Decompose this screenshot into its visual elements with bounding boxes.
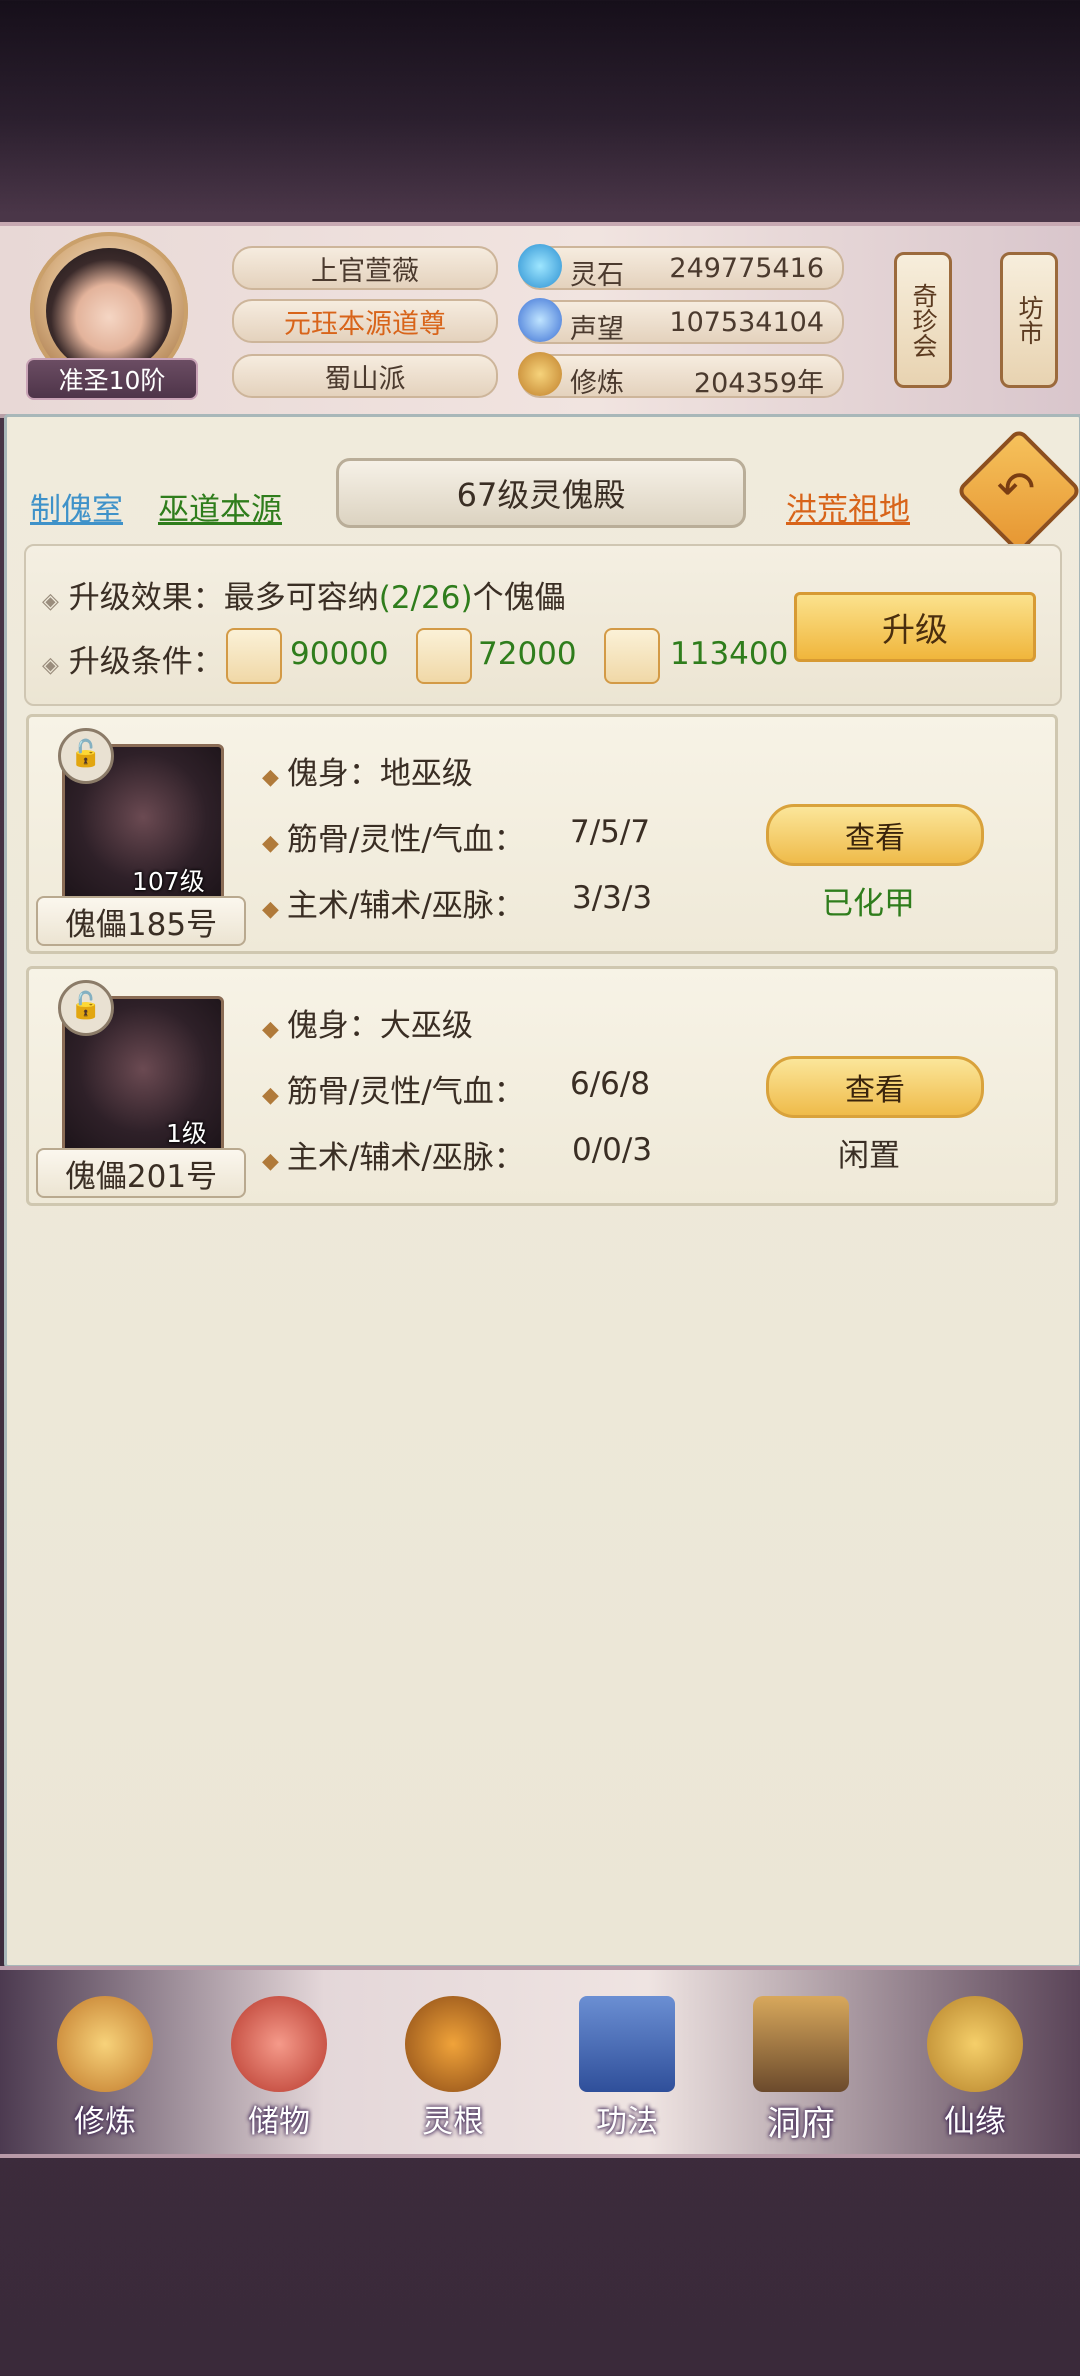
bullet-icon: ◆: [262, 1083, 279, 1108]
gourd-icon: [927, 1996, 1023, 2092]
puppet-status: 已化甲: [822, 886, 915, 922]
skill-label: 主术/辅术/巫脉：: [286, 1140, 525, 1176]
player-title[interactable]: 元珏本源道尊: [232, 299, 498, 343]
puppet-skills: ◆ 主术/辅术/巫脉：: [262, 1132, 525, 1177]
puppet-attributes: ◆ 筋骨/灵性/气血：: [262, 814, 525, 859]
diamond-bullet-icon: ◈: [42, 653, 59, 678]
bullet-icon: ◆: [262, 765, 279, 790]
nav-cave[interactable]: 洞府: [736, 1996, 866, 2146]
wood-icon: [416, 628, 472, 684]
market-button[interactable]: 坊市: [1000, 252, 1058, 388]
skill-value: 3/3/3: [572, 880, 653, 916]
stat-label: 声望: [570, 314, 624, 345]
skill-label: 主术/辅术/巫脉：: [286, 888, 525, 924]
bullet-icon: ◆: [262, 831, 279, 856]
herb-amount: 113400: [670, 636, 789, 672]
nav-label: 洞府: [767, 2104, 835, 2144]
upgrade-button[interactable]: 升级: [794, 592, 1036, 662]
bullet-icon: ◆: [262, 1017, 279, 1042]
player-name: 上官萱薇: [232, 246, 498, 290]
attr-value: 6/6/8: [570, 1066, 651, 1102]
meditating-figure-icon: [57, 1996, 153, 2092]
puppet-attributes: ◆ 筋骨/灵性/气血：: [262, 1066, 525, 1111]
diamond-bullet-icon: ◈: [42, 589, 59, 614]
stat-label: 修炼: [570, 368, 624, 399]
puppet-level: 1级: [166, 1119, 207, 1148]
back-arrow-icon: ↶: [996, 461, 1036, 515]
capacity-count: (2/26): [378, 580, 473, 616]
bullet-icon: ◆: [262, 897, 279, 922]
stat-value: 249775416: [669, 253, 824, 284]
cave-dwelling-icon: [753, 1996, 849, 2092]
stat-value: 107534104: [669, 307, 824, 338]
spirit-root-icon: [405, 1996, 501, 2092]
effect-label: 升级效果：: [68, 580, 224, 616]
attr-value: 7/5/7: [570, 814, 651, 850]
nav-cultivate[interactable]: 修炼: [40, 1996, 170, 2146]
view-button[interactable]: 查看: [766, 1056, 984, 1118]
rare-auction-label: 奇珍会: [909, 282, 938, 358]
attr-label: 筋骨/灵性/气血：: [286, 822, 525, 858]
puppet-name: 傀儡201号: [36, 1148, 246, 1198]
nav-label: 储物: [248, 2104, 310, 2140]
puppet-body-text: 傀身：地巫级: [286, 756, 473, 792]
nav-label: 仙缘: [944, 2104, 1006, 2140]
puppet-name: 傀儡185号: [36, 896, 246, 946]
prestige-stat: 声望 107534104: [518, 298, 844, 345]
nav-label: 修炼: [74, 2104, 136, 2140]
avatar-portrait: [46, 248, 172, 374]
nav-spirit-root[interactable]: 灵根: [388, 1996, 518, 2146]
player-sect: 蜀山派: [232, 354, 498, 398]
puppet-body: ◆ 傀身：地巫级: [262, 748, 473, 793]
market-label: 坊市: [1015, 295, 1044, 345]
page-title: 67级灵傀殿: [336, 458, 746, 528]
herb-icon: [604, 628, 660, 684]
condition-label: 升级条件：: [68, 644, 224, 680]
rare-auction-button[interactable]: 奇珍会: [894, 252, 952, 388]
nav-label: 功法: [596, 2104, 658, 2140]
lock-icon[interactable]: 🔓: [58, 980, 114, 1036]
storage-bag-icon: [231, 1996, 327, 2092]
wood-amount: 72000: [478, 636, 577, 672]
attr-label: 筋骨/灵性/气血：: [286, 1074, 525, 1110]
nav-storage[interactable]: 储物: [214, 1996, 344, 2146]
puppet-status: 闲置: [838, 1138, 900, 1174]
stat-value: 204359年: [693, 368, 824, 399]
puppet-level: 107级: [132, 867, 205, 896]
prestige-icon: [518, 298, 562, 342]
skill-value: 0/0/3: [572, 1132, 653, 1168]
view-button[interactable]: 查看: [766, 804, 984, 866]
spirit-stone-stat: 灵石 249775416: [518, 244, 844, 291]
cultivation-stat: 修炼 204359年: [518, 352, 844, 399]
cultivation-icon: [518, 352, 562, 396]
upgrade-effect: ◈ 升级效果：最多可容纳(2/26)个傀儡: [42, 572, 566, 617]
tab-witch-origin[interactable]: 巫道本源: [158, 484, 282, 529]
puppet-skills: ◆ 主术/辅术/巫脉：: [262, 880, 525, 925]
upgrade-conditions: ◈ 升级条件：: [42, 636, 224, 681]
ore-amount: 90000: [290, 636, 389, 672]
spirit-stone-icon: [518, 244, 562, 288]
rank-badge: 准圣10阶: [26, 358, 198, 400]
bullet-icon: ◆: [262, 1149, 279, 1174]
puppet-body: ◆ 傀身：大巫级: [262, 1000, 473, 1045]
ore-icon: [226, 628, 282, 684]
puppet-body-text: 傀身：大巫级: [286, 1008, 473, 1044]
effect-suffix: 个傀儡: [472, 580, 566, 616]
nav-label: 灵根: [422, 2104, 484, 2140]
lock-icon[interactable]: 🔓: [58, 728, 114, 784]
nav-techniques[interactable]: 功法: [562, 1996, 692, 2146]
tab-puppet-workshop[interactable]: 制傀室: [30, 484, 123, 529]
nav-destiny[interactable]: 仙缘: [910, 1996, 1040, 2146]
scripture-book-icon: [579, 1996, 675, 2092]
tab-primordial-land[interactable]: 洪荒祖地: [786, 484, 910, 529]
effect-text: 最多可容纳: [223, 580, 379, 616]
stat-label: 灵石: [570, 260, 624, 291]
